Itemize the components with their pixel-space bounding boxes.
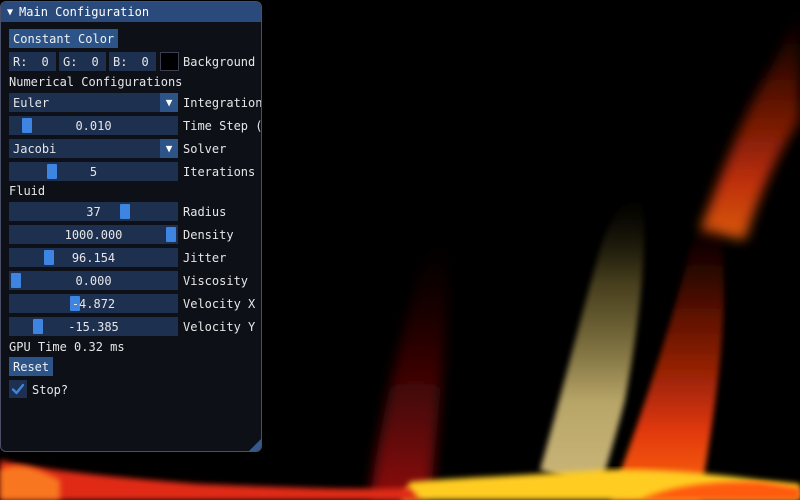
window-title: Main Configuration <box>19 5 150 19</box>
background-r-field[interactable]: R: 0 <box>9 52 56 71</box>
solver-label: Solver <box>183 142 227 156</box>
checkmark-icon <box>11 383 25 395</box>
jitter-slider[interactable]: 96.154 <box>9 248 178 267</box>
r-label: R: <box>13 54 28 69</box>
integration-value: Euler <box>13 95 50 110</box>
numerical-configurations-header: Numerical Configurations <box>9 75 183 89</box>
time-step-value: 0.010 <box>75 118 112 133</box>
stop-label: Stop? <box>32 383 69 397</box>
collapse-arrow-icon[interactable]: ▼ <box>7 7 13 18</box>
reset-button[interactable]: Reset <box>9 357 54 376</box>
density-slider[interactable]: 1000.000 <box>9 225 178 244</box>
slider-grab[interactable] <box>43 250 54 265</box>
integration-combo[interactable]: Euler ▼ <box>9 93 178 112</box>
slider-grab[interactable] <box>166 227 176 242</box>
background-label: Background <box>183 55 256 69</box>
chevron-down-icon[interactable]: ▼ <box>160 139 178 158</box>
velocity-y-slider[interactable]: -15.385 <box>9 317 178 336</box>
g-label: G: <box>63 54 78 69</box>
fluid-header: Fluid <box>9 184 46 198</box>
window-title-bar[interactable]: ▼ Main Configuration <box>1 2 261 22</box>
b-label: B: <box>113 54 128 69</box>
time-step-slider[interactable]: 0.010 <box>9 116 178 135</box>
solver-value: Jacobi <box>13 141 57 156</box>
radius-slider[interactable]: 37 <box>9 202 178 221</box>
iterations-label: Iterations <box>183 165 256 179</box>
constant-color-button[interactable]: Constant Color <box>9 29 119 48</box>
radius-label: Radius <box>183 205 227 219</box>
slider-grab[interactable] <box>119 204 130 219</box>
chevron-down-icon[interactable]: ▼ <box>160 93 178 112</box>
background-color-swatch[interactable] <box>160 52 179 71</box>
background-b-field[interactable]: B: 0 <box>109 52 156 71</box>
stop-checkbox[interactable] <box>9 380 27 398</box>
iterations-slider[interactable]: 5 <box>9 162 178 181</box>
background-g-field[interactable]: G: 0 <box>59 52 106 71</box>
r-value: 0 <box>41 54 49 69</box>
viscosity-slider[interactable]: 0.000 <box>9 271 178 290</box>
solver-combo[interactable]: Jacobi ▼ <box>9 139 178 158</box>
viscosity-label: Viscosity <box>183 274 249 288</box>
jitter-value: 96.154 <box>71 250 116 265</box>
slider-grab[interactable] <box>32 319 43 334</box>
resize-grip-icon[interactable] <box>249 439 261 451</box>
g-value: 0 <box>91 54 99 69</box>
slider-grab[interactable] <box>21 118 32 133</box>
jitter-label: Jitter <box>183 251 227 265</box>
velocity-y-label: Velocity Y <box>183 320 256 334</box>
iterations-value: 5 <box>89 164 98 179</box>
radius-value: 37 <box>86 204 101 219</box>
velocity-x-value: -4.872 <box>71 296 116 311</box>
b-value: 0 <box>141 54 149 69</box>
velocity-x-slider[interactable]: -4.872 <box>9 294 178 313</box>
main-configuration-window[interactable]: ▼ Main Configuration Constant Color R: 0… <box>0 1 262 452</box>
gpu-time-readout: GPU Time 0.32 ms <box>9 340 125 354</box>
integration-label: Integration <box>183 96 262 110</box>
velocity-y-value: -15.385 <box>68 319 119 334</box>
slider-grab[interactable] <box>46 164 57 179</box>
density-value: 1000.000 <box>64 227 123 242</box>
density-label: Density <box>183 228 234 242</box>
viscosity-value: 0.000 <box>75 273 112 288</box>
slider-grab[interactable] <box>11 273 21 288</box>
velocity-x-label: Velocity X <box>183 297 256 311</box>
time-step-label: Time Step ( <box>183 119 262 133</box>
